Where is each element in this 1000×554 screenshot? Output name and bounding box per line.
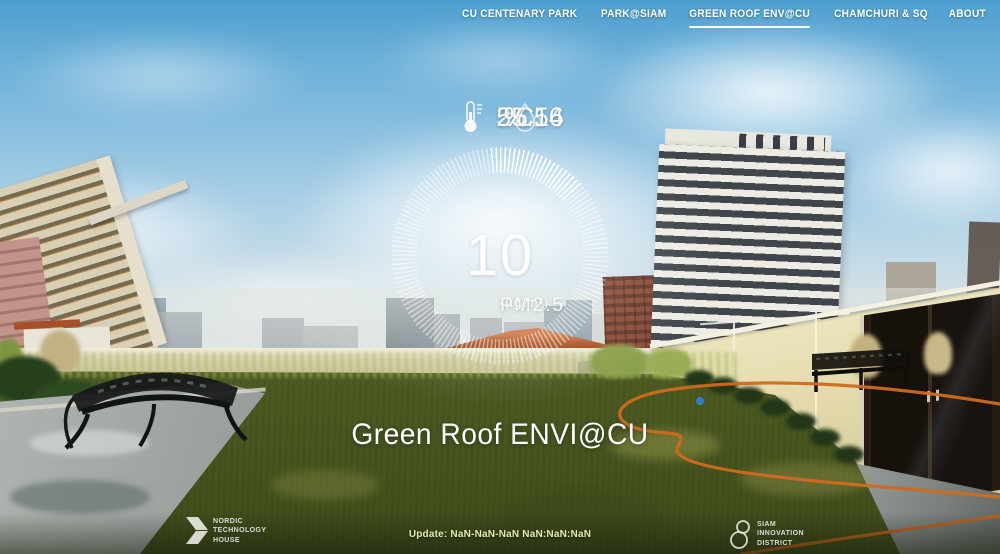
humidity-value: 55.16 % [496,102,504,133]
nav-item-about[interactable]: ABOUT [949,8,986,28]
nav-item-cu-centenary-park[interactable]: CU CENTENARY PARK [462,8,577,28]
thermometer-icon [458,100,484,134]
pm25-value: 10 [391,227,609,285]
pm25-gauge: 10 PM2.5(µg/m³) [391,147,609,365]
siam-innovation-district-logo: SIAM INNOVATION DISTRICT [730,518,804,550]
nav-item-chamchuri-sq[interactable]: CHAMCHURI & SQ [834,8,928,28]
nav-item-green-roof-env[interactable]: GREEN ROOF ENV@CU [689,8,810,28]
chevron-logo-icon [186,517,208,545]
update-timestamp: Update: NaN-NaN-NaN NaN:NaN:NaN [0,529,1000,540]
logo-line: DISTRICT [757,539,804,548]
nav-item-park-at-siam[interactable]: PARK@SIAM [601,8,667,28]
green-roof-dashboard: CU CENTENARY PARK PARK@SIAM GREEN ROOF E… [0,0,1000,554]
logo-line: INNOVATION [757,529,804,538]
logo-line: SIAM [757,520,804,529]
logo-line: NORDIC [213,517,266,526]
sprinkler [696,397,704,405]
logo-line: HOUSE [213,536,266,545]
nordic-technology-house-logo: NORDIC TECHNOLOGY HOUSE [186,517,266,545]
figure-eight-logo-icon [730,518,752,550]
scene-title: Green Roof ENVI@CU [30,418,970,452]
logo-line: TECHNOLOGY [213,526,266,535]
top-nav: CU CENTENARY PARK PARK@SIAM GREEN ROOF E… [457,8,988,28]
sensor-readouts: 27.54 °C 55.16 % [0,100,1000,134]
